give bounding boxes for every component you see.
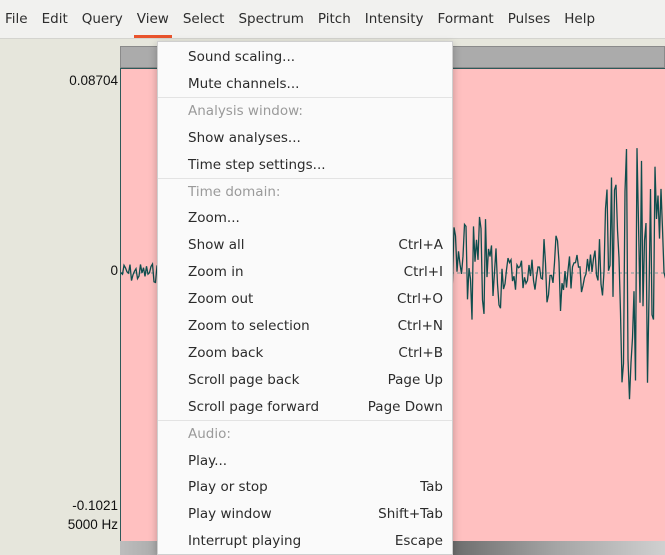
menu-item-play-window[interactable]: Play window Shift+Tab — [158, 501, 452, 527]
menu-item-scroll-page-forward[interactable]: Scroll page forward Page Down — [158, 394, 452, 420]
menu-section-analysis-window: Analysis window: — [158, 98, 452, 124]
menu-item-label: Audio: — [188, 425, 231, 442]
menu-item-show-all[interactable]: Show all Ctrl+A — [158, 232, 452, 258]
menu-item-time-step-settings[interactable]: Time step settings... — [158, 152, 452, 178]
menu-item-label: Zoom... — [188, 210, 240, 227]
menu-intensity[interactable]: Intensity — [358, 0, 431, 38]
menu-item-show-analyses[interactable]: Show analyses... — [158, 125, 452, 151]
menu-item-label: Scroll page forward — [188, 398, 320, 415]
menu-item-label: Zoom to selection — [188, 318, 310, 334]
menu-item-interrupt-playing[interactable]: Interrupt playing Escape — [158, 528, 452, 554]
menu-item-zoom[interactable]: Zoom... — [158, 205, 452, 231]
menu-item-shortcut: Ctrl+B — [398, 344, 443, 361]
menu-item-label: Show all — [188, 237, 245, 254]
menu-pulses[interactable]: Pulses — [501, 0, 558, 38]
menu-item-play[interactable]: Play... — [158, 448, 452, 474]
menu-item-zoom-back[interactable]: Zoom back Ctrl+B — [158, 340, 452, 366]
menu-section-audio: Audio: — [158, 421, 452, 447]
menu-edit[interactable]: Edit — [35, 0, 75, 38]
menu-item-zoom-to-selection[interactable]: Zoom to selection Ctrl+N — [158, 313, 452, 339]
y-axis-bottom-label: -0.1021 — [72, 498, 118, 513]
menu-item-label: Play window — [188, 506, 272, 523]
menu-query[interactable]: Query — [75, 0, 130, 38]
menu-item-shortcut: Tab — [420, 479, 443, 496]
menu-item-shortcut: Ctrl+I — [403, 264, 443, 281]
y-axis-top-label: 0.08704 — [69, 73, 118, 88]
menu-item-label: Analysis window: — [188, 102, 303, 119]
menu-item-label: Time step settings... — [188, 156, 326, 173]
menu-item-label: Time domain: — [188, 183, 281, 200]
spectrogram-frequency-label: 5000 Hz — [67, 517, 118, 532]
menu-item-shortcut: Shift+Tab — [378, 506, 443, 523]
menu-item-scroll-page-back[interactable]: Scroll page back Page Up — [158, 367, 452, 393]
menu-item-sound-scaling[interactable]: Sound scaling... — [158, 44, 452, 70]
menu-item-mute-channels[interactable]: Mute channels... — [158, 71, 452, 97]
menu-item-label: Scroll page back — [188, 371, 300, 388]
menu-select[interactable]: Select — [176, 0, 232, 38]
menu-help[interactable]: Help — [557, 0, 602, 38]
menu-item-shortcut: Ctrl+O — [397, 291, 443, 308]
menu-item-label: Zoom back — [188, 344, 264, 361]
menu-pitch[interactable]: Pitch — [311, 0, 358, 38]
menu-item-shortcut: Escape — [394, 533, 443, 550]
y-axis-zero-label: 0 — [110, 263, 118, 278]
menu-item-label: Play or stop — [188, 479, 268, 496]
menu-item-shortcut: Page Up — [387, 371, 443, 388]
menu-item-shortcut: Ctrl+A — [398, 237, 443, 254]
menu-view[interactable]: View — [130, 0, 176, 38]
menu-formant[interactable]: Formant — [431, 0, 501, 38]
menu-bar: File Edit Query View Select Spectrum Pitch Inte… — [0, 0, 665, 39]
menu-spectrum[interactable]: Spectrum — [231, 0, 310, 38]
menu-item-label: Zoom out — [188, 291, 254, 308]
menu-item-zoom-in[interactable]: Zoom in Ctrl+I — [158, 259, 452, 285]
menu-item-label: Zoom in — [188, 264, 244, 281]
menu-item-label: Interrupt playing — [188, 533, 302, 550]
menu-item-shortcut: Ctrl+N — [397, 318, 443, 334]
menu-section-time-domain: Time domain: — [158, 179, 452, 205]
menu-item-shortcut: Page Down — [367, 398, 443, 415]
menu-file[interactable]: File — [0, 0, 35, 38]
menu-item-label: Mute channels... — [188, 75, 300, 92]
menu-item-play-or-stop[interactable]: Play or stop Tab — [158, 474, 452, 500]
menu-item-zoom-out[interactable]: Zoom out Ctrl+O — [158, 286, 452, 312]
menu-item-label: Sound scaling... — [188, 49, 296, 65]
menu-item-label: Play... — [188, 452, 228, 469]
menu-item-label: Show analyses... — [188, 129, 301, 146]
view-menu-dropdown: Sound scaling... Mute channels... Analysis… — [157, 41, 453, 555]
